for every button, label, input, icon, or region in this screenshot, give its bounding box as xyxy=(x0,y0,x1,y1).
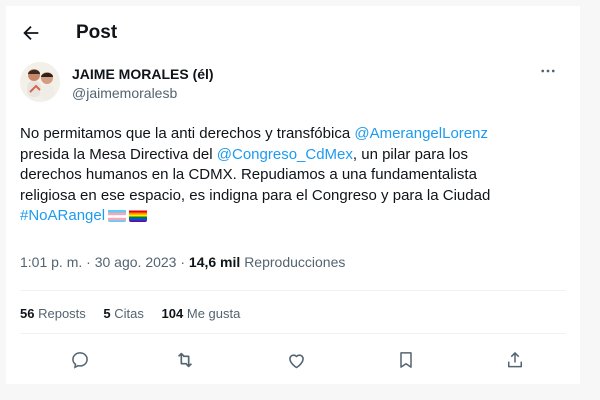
tweet-text-segment: , un pilar para los xyxy=(352,145,468,163)
share-icon[interactable] xyxy=(501,346,529,374)
likes-stat[interactable]: 104 Me gusta xyxy=(162,306,241,321)
tweet-line: #NoARangel xyxy=(20,206,566,227)
quotes-count: 5 xyxy=(103,306,111,321)
post-meta: 1:01 p. m. · 30 ago. 2023 · 14,6 mil Rep… xyxy=(20,254,345,270)
tweet-text-segment: religiosa en ese espacio, es indigna par… xyxy=(20,186,491,204)
views-count: 14,6 mil xyxy=(188,254,241,270)
mention-link[interactable]: @AmerangelLorenz xyxy=(354,125,488,142)
back-arrow-icon[interactable] xyxy=(20,22,42,44)
tweet-line: religiosa en ese espacio, es indigna par… xyxy=(20,186,566,207)
repost-icon[interactable] xyxy=(171,346,199,374)
transgender-flag-icon xyxy=(108,209,127,222)
reply-icon[interactable] xyxy=(66,346,94,374)
avatar[interactable] xyxy=(20,62,60,102)
post-header: Post xyxy=(6,18,580,48)
action-bar xyxy=(6,346,580,376)
like-icon[interactable] xyxy=(282,346,310,374)
likes-count: 104 xyxy=(161,306,184,321)
author-name[interactable]: JAIME MORALES (él) xyxy=(72,66,214,82)
more-options-icon[interactable] xyxy=(536,62,560,82)
meta-separator: · xyxy=(82,254,95,270)
post-card: Post JAIME MORALES (él) @jaimemoralesb N… xyxy=(6,6,580,384)
author-row: JAIME MORALES (él) @jaimemoralesb xyxy=(20,62,566,108)
views-label: Reproducciones xyxy=(244,254,346,270)
post-time[interactable]: 1:01 p. m. xyxy=(20,254,82,270)
reposts-stat[interactable]: 56 Reposts xyxy=(20,306,86,321)
mention-link[interactable]: @Congreso_CdMex xyxy=(217,146,353,163)
tweet-text-segment: No permitamos que la anti derechos y tra… xyxy=(20,125,355,142)
tweet-text-segment: presida la Mesa Directiva del xyxy=(20,145,217,163)
post-date[interactable]: 30 ago. 2023 xyxy=(95,254,177,270)
tweet-text: No permitamos que la anti derechos y tra… xyxy=(20,124,566,227)
divider xyxy=(20,333,566,334)
tweet-text-segment: derechos humanos en la CDMX. Repudiamos … xyxy=(20,166,477,183)
likes-label: Me gusta xyxy=(186,306,241,321)
engagement-stats: 56 Reposts 5 Citas 104 Me gusta xyxy=(20,306,254,321)
hashtag-link[interactable]: #NoARangel xyxy=(20,207,105,224)
reposts-label: Reposts xyxy=(38,306,86,321)
tweet-line: derechos humanos en la CDMX. Repudiamos … xyxy=(20,165,566,186)
rainbow-flag-icon xyxy=(129,209,148,222)
author-handle[interactable]: @jaimemoralesb xyxy=(72,85,177,101)
divider xyxy=(20,290,566,291)
page-title: Post xyxy=(76,22,118,43)
bookmark-icon[interactable] xyxy=(392,346,420,374)
tweet-line: presida la Mesa Directiva del @Congreso_… xyxy=(20,145,566,166)
meta-separator: · xyxy=(176,254,189,270)
reposts-count: 56 xyxy=(20,306,35,321)
quotes-stat[interactable]: 5 Citas xyxy=(103,306,143,321)
tweet-line: No permitamos que la anti derechos y tra… xyxy=(20,124,566,145)
quotes-label: Citas xyxy=(114,306,144,321)
